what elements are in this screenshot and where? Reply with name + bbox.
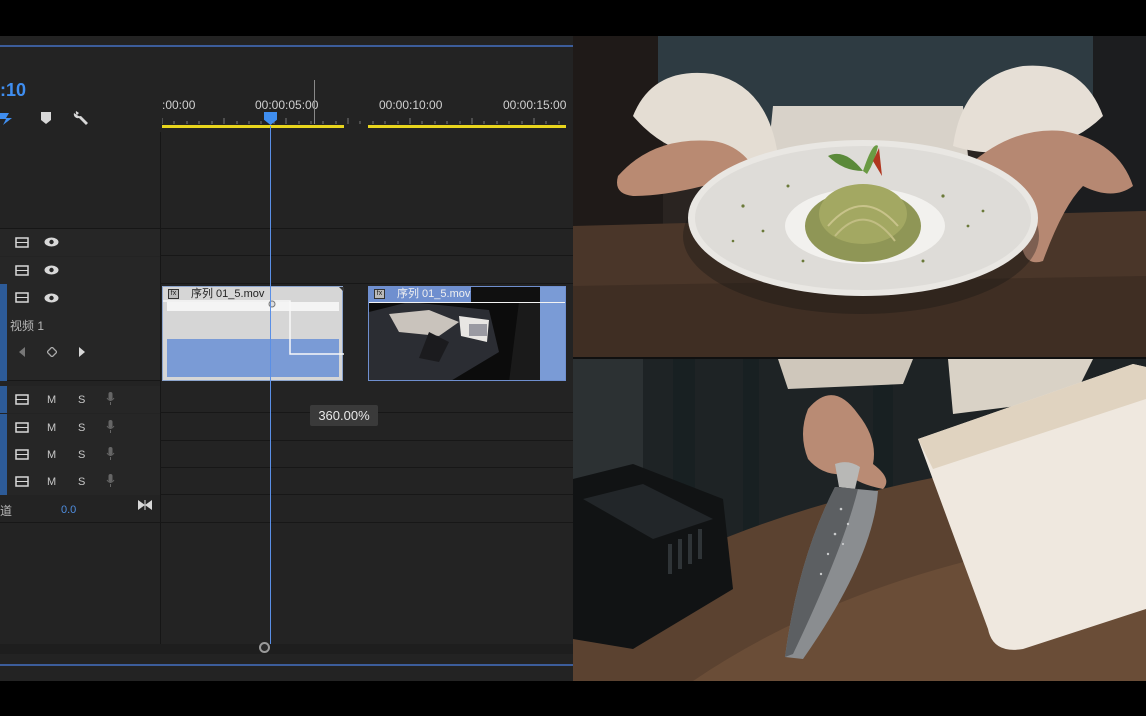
marker-icon[interactable]: [37, 110, 55, 126]
horizontal-scrollbar[interactable]: [0, 644, 573, 654]
playhead-timecode[interactable]: :10: [0, 80, 26, 101]
ruler-in-marker: [314, 80, 315, 124]
video-clip[interactable]: fx 序列 01_5.mov: [368, 286, 566, 381]
preview-image-plated-pasta: [573, 36, 1146, 357]
previous-keyframe-icon[interactable]: [18, 347, 26, 357]
eye-icon[interactable]: [44, 293, 59, 303]
ruler-label: 00:00:15:00: [503, 98, 567, 112]
work-area-bar[interactable]: [162, 125, 344, 128]
solo-button[interactable]: S: [78, 449, 85, 461]
film-strip-icon[interactable]: [15, 237, 29, 248]
keyframe-icon[interactable]: [47, 347, 57, 357]
track-header-v3: [0, 229, 160, 256]
master-track-label: 道: [0, 504, 13, 518]
microphone-icon[interactable]: [106, 392, 115, 406]
speed-keyframe-line: [369, 302, 565, 303]
knife-photo: [573, 359, 1146, 681]
track-header-v2: [0, 257, 160, 284]
film-strip-icon[interactable]: [15, 476, 29, 487]
eye-icon[interactable]: [44, 237, 59, 247]
preview-image-knife: [573, 359, 1146, 681]
film-strip-icon[interactable]: [15, 449, 29, 460]
mute-button[interactable]: M: [47, 449, 56, 461]
timeline-panel: :10 :00:00 00:00:05:00 00:00:10:00 00:00…: [0, 36, 573, 681]
track-target-indicator[interactable]: [0, 414, 7, 441]
film-strip-icon[interactable]: [15, 422, 29, 433]
track-name: 视频 1: [10, 319, 45, 333]
microphone-icon[interactable]: [106, 420, 115, 434]
ruler-label: :00:00: [162, 98, 196, 112]
snap-icon[interactable]: [0, 110, 18, 126]
solo-button[interactable]: S: [78, 394, 85, 406]
film-strip-icon[interactable]: [15, 292, 29, 303]
track-target-indicator[interactable]: [0, 284, 7, 381]
work-area-bar[interactable]: [368, 125, 566, 128]
speed-tooltip: 360.00%: [310, 405, 378, 426]
track-header-v1: 视频 1: [0, 284, 160, 381]
zoom-scroll-handle[interactable]: [259, 642, 270, 653]
track-target-indicator[interactable]: [0, 441, 7, 468]
next-keyframe-icon[interactable]: [78, 347, 86, 357]
track-header-a2: M S: [0, 414, 160, 441]
mute-button[interactable]: M: [47, 422, 56, 434]
solo-button[interactable]: S: [78, 422, 85, 434]
track-header-a4: M S: [0, 468, 160, 495]
ruler-label: 00:00:10:00: [379, 98, 443, 112]
eye-icon[interactable]: [44, 265, 59, 275]
master-volume-value[interactable]: 0.0: [61, 504, 76, 516]
film-strip-icon[interactable]: [15, 394, 29, 405]
microphone-icon[interactable]: [106, 447, 115, 461]
speed-keyframe-line[interactable]: [163, 287, 344, 382]
ruler-label: 00:00:05:00: [255, 98, 319, 112]
clip-thumbnail: [369, 302, 541, 380]
track-target-indicator[interactable]: [0, 386, 7, 413]
microphone-icon[interactable]: [106, 474, 115, 488]
bowtie-icon[interactable]: [138, 500, 152, 510]
panel-bottom-border: [0, 664, 573, 666]
clip-name: 序列 01_5.mov: [397, 288, 471, 300]
playhead-line[interactable]: [270, 126, 271, 646]
wrench-icon[interactable]: [73, 109, 91, 125]
panel-top-border: [0, 45, 573, 47]
video-clip[interactable]: fx 序列 01_5.mov: [162, 286, 344, 382]
track-target-indicator[interactable]: [0, 468, 7, 495]
track-header-a3: M S: [0, 441, 160, 468]
track-row-master: [0, 496, 573, 523]
ruler-ticks: [162, 118, 560, 124]
film-strip-icon[interactable]: [15, 265, 29, 276]
mute-button[interactable]: M: [47, 394, 56, 406]
plated-pasta-photo: [573, 36, 1146, 357]
mute-button[interactable]: M: [47, 476, 56, 488]
track-header-a1: M S: [0, 386, 160, 413]
solo-button[interactable]: S: [78, 476, 85, 488]
